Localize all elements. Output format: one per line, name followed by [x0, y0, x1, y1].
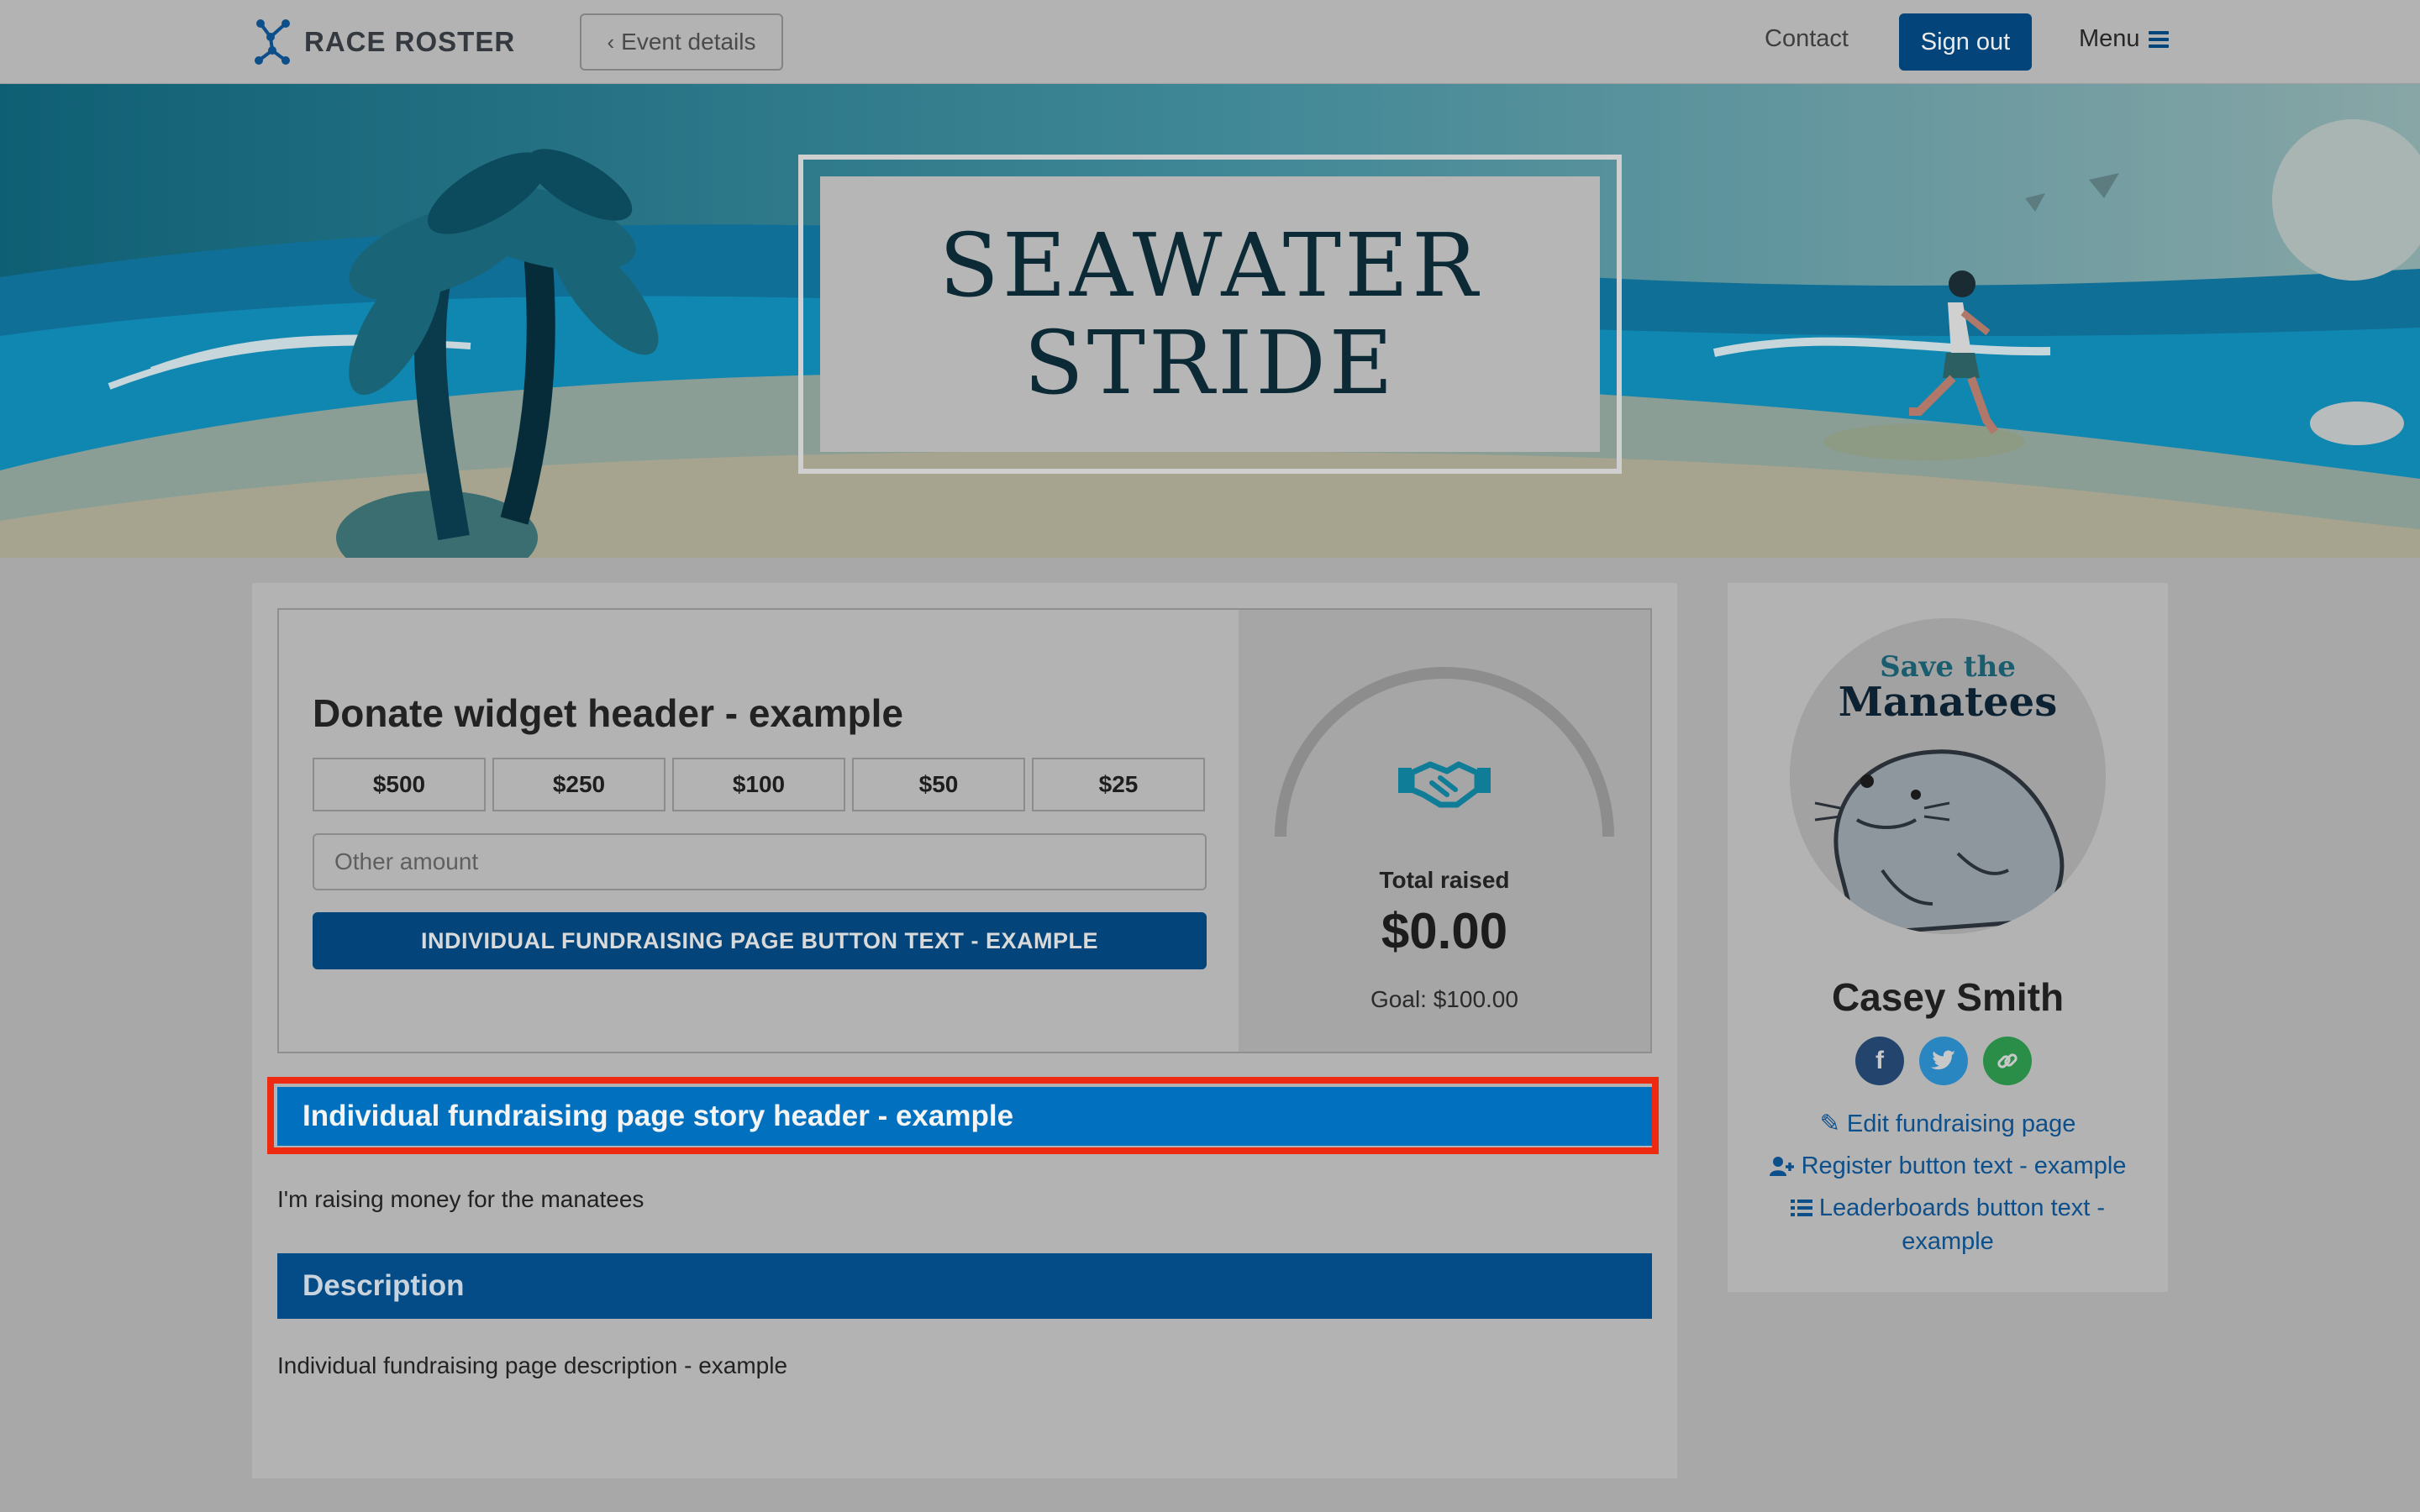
story-text: I'm raising money for the manatees — [277, 1186, 644, 1212]
fundraiser-profile-card: Save the Manatees Casey Smith f ✎ Edit fu… — [1728, 583, 2168, 1292]
avatar-caption-main: Manatees — [1838, 679, 2058, 726]
fundraiser-name: Casey Smith — [1831, 975, 2065, 1019]
fundraising-goal: Goal: $100.00 — [1370, 986, 1518, 1012]
story-header-highlight — [267, 1077, 1659, 1154]
leaderboards-link[interactable]: Leaderboards button text - example — [1728, 1191, 2168, 1258]
twitter-bird-glyph — [1931, 1050, 1955, 1070]
donate-widget-header: Donate widget header - example — [313, 691, 903, 735]
fundraising-main-card: Donate widget header - example $500 $250… — [252, 583, 1677, 1478]
event-banner: SEAWATER STRIDE — [0, 84, 2420, 558]
event-title-box: SEAWATER STRIDE — [820, 176, 1600, 452]
facebook-icon[interactable]: f — [1855, 1037, 1904, 1085]
fundraising-progress-panel: Total raised $0.00 Goal: $100.00 — [1239, 610, 1650, 1052]
twitter-icon[interactable] — [1919, 1037, 1968, 1085]
description-text: Individual fundraising page description … — [277, 1352, 788, 1378]
donate-submit-button[interactable]: INDIVIDUAL FUNDRAISING PAGE BUTTON TEXT … — [313, 912, 1207, 969]
sign-out-button[interactable]: Sign out — [1899, 13, 2032, 71]
other-amount-input[interactable] — [313, 833, 1207, 890]
race-roster-logo[interactable]: RACE ROSTER — [252, 18, 515, 66]
amount-button-250[interactable]: $250 — [492, 758, 666, 811]
gauge-track — [1275, 667, 1614, 837]
menu-button[interactable]: Menu — [2079, 25, 2169, 53]
event-title-line2: STRIDE — [1023, 312, 1397, 414]
edit-fundraising-page-label: Edit fundraising page — [1846, 1110, 2076, 1137]
edit-fundraising-page-link[interactable]: ✎ Edit fundraising page — [1728, 1107, 2168, 1141]
leaderboards-link-label-cont: example — [1902, 1228, 1994, 1255]
description-header: Description — [277, 1253, 1652, 1319]
user-plus-icon — [1769, 1149, 1795, 1183]
list-icon — [1790, 1191, 1812, 1225]
amount-button-50[interactable]: $50 — [852, 758, 1025, 811]
amount-button-25[interactable]: $25 — [1032, 758, 1205, 811]
contact-link[interactable]: Contact — [1765, 25, 1849, 53]
social-share-buttons: f — [1855, 1037, 2047, 1085]
pencil-icon: ✎ — [1819, 1110, 1840, 1137]
chain-link-glyph — [1997, 1053, 2018, 1068]
leaderboards-link-label: Leaderboards button text - — [1818, 1194, 2106, 1221]
amount-button-500[interactable]: $500 — [313, 758, 486, 811]
event-title-line1: SEAWATER — [939, 214, 1481, 317]
logo-text: RACE ROSTER — [304, 26, 516, 57]
register-link-label: Register button text - example — [1801, 1152, 2127, 1179]
progress-gauge — [1275, 667, 1614, 837]
hamburger-icon — [2148, 30, 2169, 48]
handshake-icon — [1398, 761, 1491, 808]
link-icon[interactable] — [1983, 1037, 2032, 1085]
menu-label: Menu — [2079, 25, 2140, 52]
donate-widget: Donate widget header - example $500 $250… — [277, 608, 1652, 1053]
total-raised-value: $0.00 — [1381, 903, 1508, 959]
total-raised-label: Total raised — [1379, 867, 1510, 893]
chevron-left-icon: ‹ — [607, 29, 615, 55]
donate-form: Donate widget header - example $500 $250… — [279, 610, 1239, 1052]
race-roster-logo-icon — [255, 19, 290, 65]
event-title-frame: SEAWATER STRIDE — [798, 155, 1622, 474]
event-details-label: Event details — [621, 29, 756, 55]
event-details-button[interactable]: ‹ Event details — [580, 13, 783, 71]
amount-button-100[interactable]: $100 — [672, 758, 845, 811]
amount-buttons: $500 $250 $100 $50 $25 — [313, 758, 1212, 811]
register-link[interactable]: Register button text - example — [1728, 1149, 2168, 1183]
avatar: Save the Manatees — [1790, 618, 2106, 934]
top-navigation-bar: RACE ROSTER ‹ Event details Contact Sign… — [0, 0, 2420, 84]
